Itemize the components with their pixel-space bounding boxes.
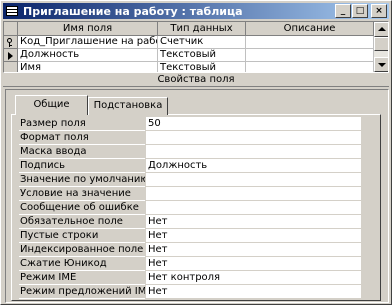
property-value[interactable]: Нет [146, 215, 361, 229]
property-label: Обязательное поле [19, 215, 145, 229]
window-title: Приглашение на работу : таблица [23, 4, 243, 18]
property-value[interactable] [146, 131, 361, 145]
field-name-cell[interactable]: Код_Приглашение на работ [18, 36, 158, 49]
arrow-down-icon [378, 63, 386, 67]
close-icon[interactable]: × [371, 4, 387, 18]
property-value[interactable]: Нет [146, 229, 361, 243]
property-row[interactable]: Подпись Должность [19, 159, 361, 173]
property-row[interactable]: Обязательное поле Нет [19, 215, 361, 229]
row-selector-header [4, 22, 18, 36]
field-name-cell[interactable]: Имя [18, 62, 158, 72]
property-row[interactable]: Сжатие Юникод Нет [19, 257, 361, 271]
row-selector[interactable] [4, 49, 18, 62]
property-label: Сообщение об ошибке [19, 201, 145, 215]
vertical-scrollbar[interactable] [374, 22, 388, 72]
tab-lookup[interactable]: Подстановка [88, 97, 168, 115]
column-header-field-name[interactable]: Имя поля [18, 22, 158, 36]
field-properties-caption: Свойства поля [3, 73, 389, 87]
description-cell[interactable] [246, 36, 374, 49]
tab-general[interactable]: Общие [15, 95, 88, 115]
table-row[interactable]: Код_Приглашение на работ Счетчик [4, 36, 374, 49]
property-label: Подпись [19, 159, 145, 173]
scroll-down-button[interactable] [374, 57, 388, 72]
description-cell[interactable] [246, 62, 374, 72]
table-icon [5, 4, 19, 18]
scroll-up-button[interactable] [374, 22, 388, 37]
property-value[interactable]: Нет [146, 257, 361, 271]
minimize-icon[interactable]: _ [335, 4, 351, 18]
primary-key-icon [7, 38, 15, 47]
row-selector[interactable] [4, 36, 18, 49]
column-header-description[interactable]: Описание [246, 22, 374, 36]
property-value[interactable] [146, 201, 361, 215]
description-cell[interactable] [246, 49, 374, 62]
property-value[interactable] [146, 187, 361, 201]
property-label: Индексированное поле [19, 244, 145, 257]
property-value[interactable]: Должность [146, 159, 361, 173]
property-label: Значение по умолчанию [19, 174, 145, 187]
table-row[interactable]: Должность Текстовый [4, 49, 374, 62]
table-row[interactable]: Имя Текстовый [4, 62, 374, 72]
maximize-icon[interactable]: □ [352, 4, 368, 18]
property-value[interactable]: Нет [146, 285, 361, 299]
property-label: Маска ввода [19, 145, 145, 159]
table-design-window: Приглашение на работу : таблица _ □ × Им… [0, 0, 392, 305]
scroll-thumb[interactable] [374, 37, 388, 51]
property-label: Размер поля [19, 117, 145, 131]
property-value[interactable]: 50 [146, 117, 361, 131]
property-row[interactable]: Режим предложений IME Нет [19, 285, 361, 299]
property-row[interactable]: Формат поля [19, 131, 361, 145]
field-grid: Имя поля Тип данных Описание Код_Приглаш… [3, 21, 389, 73]
field-name-cell[interactable]: Должность [18, 49, 158, 62]
property-label: Условие на значение [19, 187, 145, 201]
property-label: Пустые строки [19, 229, 145, 243]
data-type-cell[interactable]: Счетчик [158, 36, 246, 49]
property-row[interactable]: Размер поля 50 [19, 117, 361, 131]
property-row[interactable]: Сообщение об ошибке [19, 201, 361, 215]
current-row-arrow-icon [8, 52, 13, 60]
property-value[interactable] [146, 145, 361, 159]
property-value[interactable] [146, 173, 361, 187]
property-label: Сжатие Юникод [19, 257, 145, 271]
property-row[interactable]: Маска ввода [19, 145, 361, 159]
column-header-data-type[interactable]: Тип данных [158, 22, 246, 36]
property-row[interactable]: Значение по умолчанию [19, 173, 361, 187]
property-value[interactable]: Нет контроля [146, 271, 361, 285]
arrow-up-icon [378, 27, 386, 31]
property-value[interactable]: Нет [146, 243, 361, 257]
row-selector[interactable] [4, 62, 18, 72]
property-row[interactable]: Индексированное поле Нет [19, 243, 361, 257]
property-row[interactable]: Пустые строки Нет [19, 229, 361, 243]
property-row[interactable]: Режим IME Нет контроля [19, 271, 361, 285]
property-label: Формат поля [19, 131, 145, 145]
data-type-cell[interactable]: Текстовый [158, 62, 246, 72]
data-type-cell[interactable]: Текстовый [158, 49, 246, 62]
property-label: Режим IME [19, 271, 145, 285]
property-label: Режим предложений IME [19, 286, 145, 299]
property-row[interactable]: Условие на значение [19, 187, 361, 201]
title-bar[interactable]: Приглашение на работу : таблица _ □ × [3, 3, 389, 19]
